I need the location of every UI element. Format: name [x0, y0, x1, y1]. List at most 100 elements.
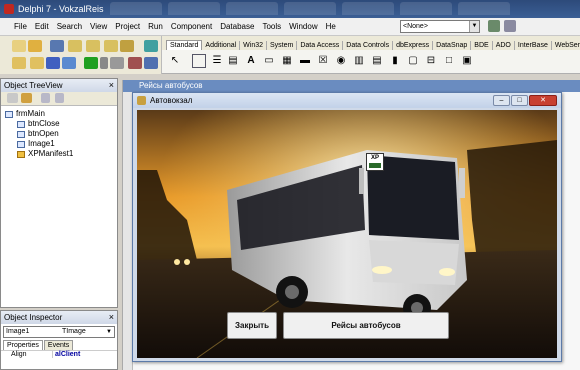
background-tab[interactable]	[284, 2, 336, 15]
xp-badge-label: XP	[370, 155, 379, 161]
config-toolbar: <None> ▼	[336, 18, 580, 36]
menu-database[interactable]: Database	[220, 22, 254, 31]
form-icon	[5, 110, 13, 118]
edit-icon[interactable]: ▭	[262, 54, 276, 68]
inspector-object-select[interactable]: Image1 TImage ▼	[3, 326, 115, 338]
background-tab[interactable]	[342, 2, 394, 15]
menu-file[interactable]: File	[14, 22, 27, 31]
pointer-icon[interactable]: ↖	[168, 54, 182, 68]
menu-edit[interactable]: Edit	[35, 22, 49, 31]
tab-bde[interactable]: BDE	[471, 41, 493, 50]
scrollbar-icon[interactable]: ▮	[388, 54, 402, 68]
tree-node[interactable]: XPManifest1	[5, 149, 117, 159]
tab-datasnap[interactable]: DataSnap	[433, 41, 472, 50]
memo-icon[interactable]: ▦	[280, 54, 294, 68]
menu-tools[interactable]: Tools	[262, 22, 281, 31]
toggle-form-unit-icon[interactable]	[46, 57, 60, 69]
listbox-icon[interactable]: ▥	[352, 54, 366, 68]
save-icon[interactable]	[50, 40, 64, 52]
background-tab[interactable]	[168, 2, 220, 15]
help-icon[interactable]	[144, 40, 158, 52]
main-menu-icon[interactable]: ☰	[210, 54, 224, 68]
menu-component[interactable]: Component	[171, 22, 212, 31]
close-icon[interactable]: ×	[109, 311, 114, 324]
tab-properties[interactable]: Properties	[3, 340, 43, 350]
add-file-icon[interactable]	[104, 40, 118, 52]
run-dropdown-icon[interactable]	[100, 57, 108, 69]
inspector-object-name: Image1	[6, 328, 30, 335]
menu-project[interactable]: Project	[115, 22, 140, 31]
arrow-up-icon[interactable]	[41, 93, 50, 103]
button-icon[interactable]: ▬	[298, 54, 312, 68]
menu-run[interactable]: Run	[148, 22, 163, 31]
trace-into-icon[interactable]	[128, 57, 142, 69]
arrow-down-icon[interactable]	[55, 93, 64, 103]
remove-file-icon[interactable]	[120, 40, 134, 52]
tree-node-label: btnClose	[28, 119, 60, 128]
groupbox-icon[interactable]: ▢	[406, 54, 420, 68]
new-item-icon[interactable]	[7, 93, 18, 103]
tab-data-controls[interactable]: Data Controls	[343, 41, 394, 50]
save-desktop-icon[interactable]	[488, 20, 500, 32]
form-title: Автовокзал	[150, 96, 193, 105]
new-form-icon[interactable]	[62, 57, 76, 69]
checkbox-icon[interactable]: ☒	[316, 54, 330, 68]
tab-ado[interactable]: ADO	[493, 41, 515, 50]
run-icon[interactable]	[84, 57, 98, 69]
popup-menu-icon[interactable]: ▤	[226, 54, 240, 68]
close-icon[interactable]: ✕	[529, 95, 557, 106]
menu-view[interactable]: View	[90, 22, 107, 31]
tab-events[interactable]: Events	[43, 340, 74, 350]
label-icon[interactable]: A	[244, 54, 258, 68]
tab-standard[interactable]: Standard	[166, 40, 203, 50]
background-tab[interactable]	[458, 2, 510, 15]
panel-icon[interactable]: □	[442, 54, 456, 68]
step-over-icon[interactable]	[144, 57, 158, 69]
tab-data-access[interactable]: Data Access	[297, 41, 344, 50]
tree-node-label: btnOpen	[28, 129, 59, 138]
view-unit-icon[interactable]	[12, 57, 26, 69]
background-tab[interactable]	[110, 2, 162, 15]
background-tab[interactable]	[400, 2, 452, 15]
form-title-bar[interactable]: Автовокзал – □ ✕	[133, 93, 561, 108]
radiogroup-icon[interactable]: ⊟	[424, 54, 438, 68]
tree-node-root[interactable]: frmMain	[5, 109, 117, 119]
tree-node[interactable]: btnClose	[5, 119, 117, 129]
maximize-icon[interactable]: □	[511, 95, 528, 106]
tab-system[interactable]: System	[267, 41, 298, 50]
tab-interbase[interactable]: InterBase	[515, 41, 552, 50]
frame-icon[interactable]	[192, 54, 206, 68]
save-all-icon[interactable]	[68, 40, 82, 52]
menu-search[interactable]: Search	[57, 22, 82, 31]
open-icon[interactable]	[28, 40, 42, 52]
open-project-icon[interactable]	[86, 40, 100, 52]
tab-webservices[interactable]: WebSer	[552, 41, 580, 50]
new-icon[interactable]	[12, 40, 26, 52]
tree-node[interactable]: Image1	[5, 139, 117, 149]
tab-additional[interactable]: Additional	[202, 41, 241, 50]
radio-icon[interactable]: ◉	[334, 54, 348, 68]
chevron-down-icon[interactable]: ▼	[106, 327, 112, 337]
pause-icon[interactable]	[110, 57, 124, 69]
treeview-toolbar	[1, 92, 117, 106]
menu-window[interactable]: Window	[289, 22, 317, 31]
tab-win32[interactable]: Win32	[240, 41, 268, 50]
chevron-down-icon[interactable]: ▼	[469, 21, 479, 32]
actionlist-icon[interactable]: ▣	[460, 54, 474, 68]
background-tab[interactable]	[226, 2, 278, 15]
tree-node[interactable]: btnOpen	[5, 129, 117, 139]
close-icon[interactable]: ×	[109, 79, 114, 92]
set-debug-desktop-icon[interactable]	[504, 20, 516, 32]
close-button[interactable]: Закрыть	[227, 312, 277, 339]
combobox-icon[interactable]: ▤	[370, 54, 384, 68]
inspector-object-type: TImage	[62, 328, 86, 335]
xp-manifest-component[interactable]: XP	[366, 153, 384, 171]
tab-dbexpress[interactable]: dbExpress	[393, 41, 434, 50]
delete-item-icon[interactable]	[21, 93, 32, 103]
property-row[interactable]: Align alClient	[1, 350, 117, 358]
minimize-icon[interactable]: –	[493, 95, 510, 106]
property-value[interactable]: alClient	[53, 351, 80, 358]
routes-button[interactable]: Рейсы автобусов	[283, 312, 449, 339]
desktop-config-select[interactable]: <None> ▼	[400, 20, 480, 33]
view-form-icon[interactable]	[30, 57, 44, 69]
